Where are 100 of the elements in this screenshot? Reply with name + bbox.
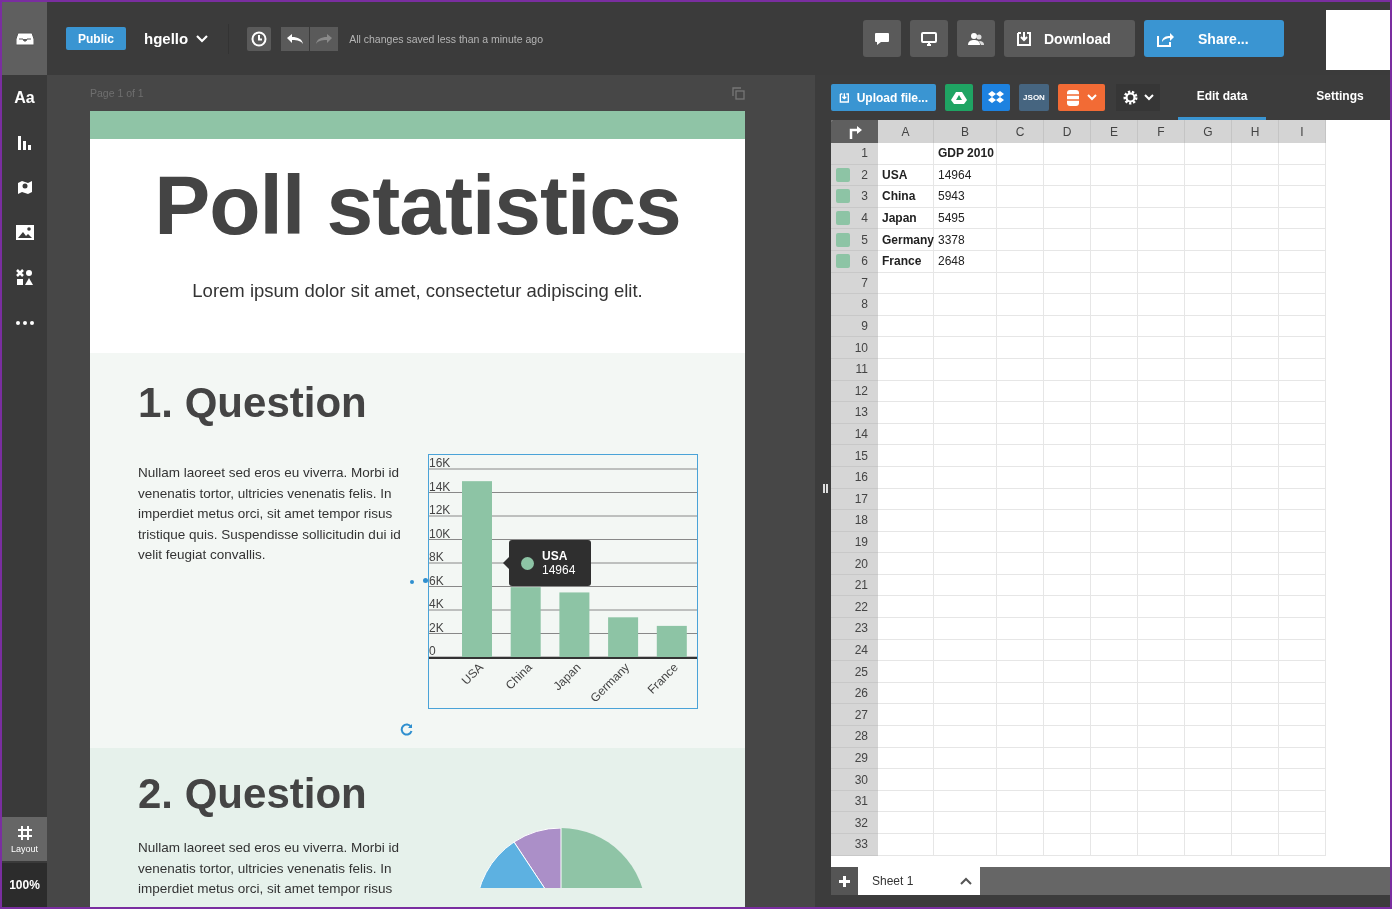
table-cell[interactable]: [997, 294, 1044, 316]
table-cell[interactable]: [1138, 726, 1185, 748]
dropbox-button[interactable]: [982, 84, 1010, 111]
table-cell[interactable]: [1138, 553, 1185, 575]
table-cell[interactable]: [1091, 574, 1138, 597]
table-cell[interactable]: [1232, 143, 1279, 165]
table-cell[interactable]: [1279, 531, 1326, 554]
table-cell[interactable]: [1232, 682, 1279, 705]
table-cell[interactable]: [1091, 164, 1138, 187]
table-cell[interactable]: [1279, 445, 1326, 467]
table-cell[interactable]: [1232, 596, 1279, 619]
table-cell[interactable]: [1279, 164, 1326, 187]
table-cell[interactable]: [878, 553, 934, 575]
table-cell[interactable]: [1091, 272, 1138, 295]
table-cell[interactable]: [1091, 207, 1138, 230]
table-cell[interactable]: [1091, 639, 1138, 662]
bar[interactable]: [462, 481, 492, 657]
table-cell[interactable]: [997, 639, 1044, 662]
table-cell[interactable]: [1044, 639, 1091, 662]
json-button[interactable]: JSON: [1019, 84, 1049, 111]
table-cell[interactable]: [1279, 618, 1326, 640]
bar[interactable]: [559, 592, 590, 657]
table-cell[interactable]: [878, 358, 934, 381]
table-cell[interactable]: [1232, 294, 1279, 316]
history-button[interactable]: [247, 26, 272, 51]
table-cell[interactable]: [1232, 402, 1279, 424]
table-cell[interactable]: [1044, 790, 1091, 813]
column-header[interactable]: A: [878, 120, 934, 143]
download-button[interactable]: Download: [1004, 20, 1135, 57]
table-cell[interactable]: [1185, 682, 1232, 705]
table-cell[interactable]: [1279, 337, 1326, 359]
table-cell[interactable]: [1185, 661, 1232, 683]
table-cell[interactable]: [1044, 510, 1091, 532]
table-cell[interactable]: [1279, 769, 1326, 791]
table-cell[interactable]: [997, 747, 1044, 770]
table-cell[interactable]: [934, 639, 997, 662]
table-cell[interactable]: [878, 704, 934, 727]
table-cell[interactable]: [1091, 466, 1138, 489]
table-cell[interactable]: [1091, 834, 1138, 856]
row-header[interactable]: 8: [831, 294, 878, 316]
table-cell[interactable]: [878, 510, 934, 532]
row-header[interactable]: 22: [831, 596, 878, 619]
table-cell[interactable]: [1138, 661, 1185, 683]
table-cell[interactable]: China: [878, 186, 934, 208]
table-cell[interactable]: [934, 272, 997, 295]
text-tool-button[interactable]: Aa: [2, 75, 47, 120]
table-cell[interactable]: [934, 337, 997, 359]
table-cell[interactable]: [1044, 164, 1091, 187]
table-cell[interactable]: [1185, 445, 1232, 467]
table-cell[interactable]: [997, 229, 1044, 251]
table-cell[interactable]: [1044, 769, 1091, 791]
table-cell[interactable]: [1232, 380, 1279, 403]
table-cell[interactable]: [1279, 207, 1326, 230]
present-button[interactable]: [910, 20, 948, 57]
row-header[interactable]: 6: [831, 250, 878, 273]
table-cell[interactable]: [1044, 423, 1091, 446]
table-cell[interactable]: [1091, 315, 1138, 338]
table-cell[interactable]: [1279, 790, 1326, 813]
table-cell[interactable]: [934, 466, 997, 489]
table-cell[interactable]: [878, 661, 934, 683]
table-cell[interactable]: [934, 423, 997, 446]
row-header[interactable]: 31: [831, 790, 878, 813]
table-cell[interactable]: [878, 747, 934, 770]
table-cell[interactable]: [1232, 272, 1279, 295]
table-cell[interactable]: [1185, 466, 1232, 489]
table-cell[interactable]: [997, 164, 1044, 187]
table-cell[interactable]: [1232, 423, 1279, 446]
table-cell[interactable]: [878, 726, 934, 748]
add-sheet-button[interactable]: [831, 867, 858, 895]
row-header[interactable]: 5: [831, 229, 878, 251]
column-header[interactable]: D: [1044, 120, 1091, 143]
table-cell[interactable]: [1232, 510, 1279, 532]
table-cell[interactable]: [1138, 402, 1185, 424]
table-cell[interactable]: [1185, 380, 1232, 403]
table-cell[interactable]: [878, 682, 934, 705]
duplicate-icon[interactable]: [732, 86, 745, 100]
rotate-icon[interactable]: [400, 723, 413, 736]
row-header[interactable]: 19: [831, 531, 878, 554]
table-cell[interactable]: [997, 423, 1044, 446]
table-cell[interactable]: [1091, 488, 1138, 511]
table-cell[interactable]: [1044, 812, 1091, 834]
settings-button[interactable]: [1116, 84, 1160, 111]
table-cell[interactable]: [1091, 596, 1138, 619]
table-cell[interactable]: [1232, 834, 1279, 856]
table-cell[interactable]: [1138, 143, 1185, 165]
table-cell[interactable]: [934, 790, 997, 813]
table-cell[interactable]: [1044, 380, 1091, 403]
table-cell[interactable]: Germany: [878, 229, 934, 251]
table-cell[interactable]: [1091, 618, 1138, 640]
table-cell[interactable]: [1185, 207, 1232, 230]
table-cell[interactable]: [878, 769, 934, 791]
table-cell[interactable]: [1185, 423, 1232, 446]
table-cell[interactable]: [934, 402, 997, 424]
row-header[interactable]: 29: [831, 747, 878, 770]
table-cell[interactable]: [1091, 769, 1138, 791]
table-cell[interactable]: [1091, 726, 1138, 748]
zoom-level[interactable]: 100%: [2, 863, 47, 907]
table-cell[interactable]: [878, 423, 934, 446]
table-cell[interactable]: [878, 488, 934, 511]
table-cell[interactable]: [1232, 812, 1279, 834]
